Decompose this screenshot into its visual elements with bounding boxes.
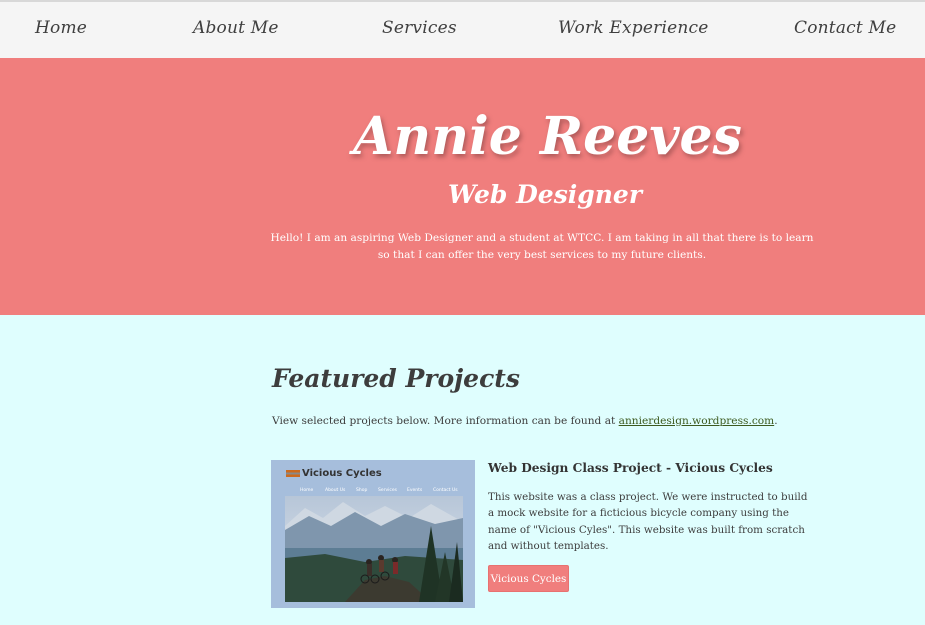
hero-intro-text: Hello! I am an aspiring Web Designer and…: [270, 232, 814, 261]
wordpress-link[interactable]: annierdesign.wordpress.com: [619, 415, 775, 427]
featured-projects-heading: Featured Projects: [272, 364, 520, 393]
hero-banner: Annie Reeves Web Designer Hello! I am an…: [0, 58, 925, 315]
projects-intro-prefix: View selected projects below. More infor…: [272, 415, 619, 427]
main-nav: Home About Me Services Work Experience C…: [0, 2, 925, 58]
project-thumbnail[interactable]: Vicious Cycles Home About Us Shop Servic…: [271, 460, 475, 608]
thumbnail-nav-item: Contact Us: [433, 488, 458, 493]
thumbnail-nav-item: Services: [378, 488, 397, 493]
thumbnail-nav-item: About Us: [325, 488, 346, 493]
thumbnail-nav-item: Shop: [356, 488, 368, 493]
thumbnail-logo-stripes-icon: [286, 470, 300, 477]
project-title: Web Design Class Project - Vicious Cycle…: [488, 461, 773, 475]
hero-name: Annie Reeves: [353, 106, 742, 167]
thumbnail-logo-text: Vicious Cycles: [302, 468, 382, 479]
nav-services-link[interactable]: Services: [382, 18, 457, 38]
thumbnail-nav-item: Home: [300, 488, 314, 493]
thumbnail-nav-item: Events: [407, 488, 423, 493]
project-description: This website was a class project. We wer…: [488, 491, 808, 552]
mountain-bikers-photo: [285, 496, 463, 602]
nav-about-me-link[interactable]: About Me: [193, 18, 279, 38]
vicious-cycles-button[interactable]: Vicious Cycles: [488, 565, 569, 592]
thumbnail-nav: Home About Us Shop Services Events Conta…: [285, 486, 463, 496]
nav-contact-me-link[interactable]: Contact Me: [794, 18, 896, 38]
projects-intro-text: View selected projects below. More infor…: [272, 415, 778, 427]
nav-home-link[interactable]: Home: [35, 18, 87, 38]
nav-work-experience-link[interactable]: Work Experience: [558, 18, 708, 38]
projects-intro-suffix: .: [774, 415, 778, 427]
hero-job-title: Web Designer: [447, 180, 643, 209]
